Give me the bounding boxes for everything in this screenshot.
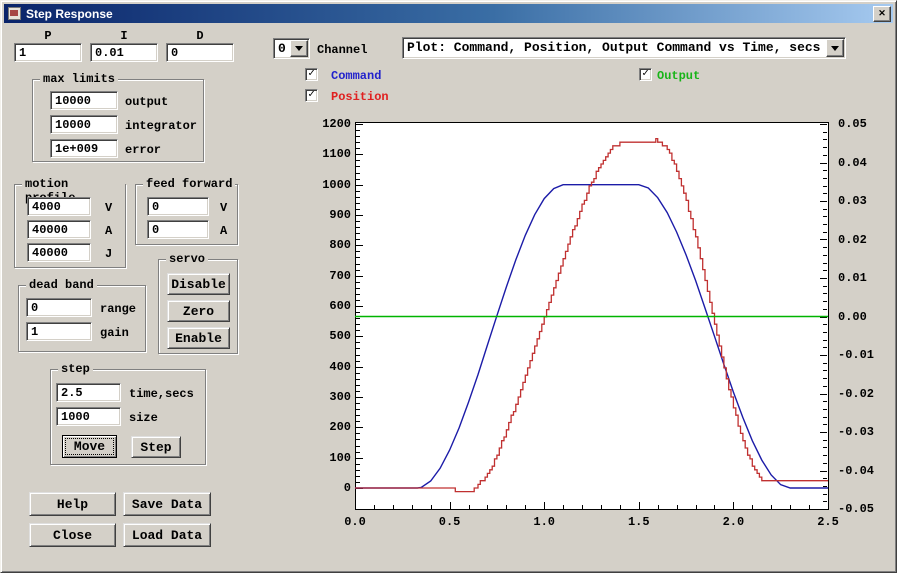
- axis-tick-label: 0.04: [838, 157, 867, 169]
- ff-velocity-field[interactable]: 0: [147, 197, 209, 216]
- max-output-label: output: [125, 95, 168, 109]
- axis-tick-label: 1.5: [623, 516, 655, 528]
- deadband-gain-field[interactable]: 1: [26, 322, 92, 341]
- axis-tick-label: 2.5: [812, 516, 844, 528]
- step-response-plot: [355, 122, 829, 512]
- axis-tick-label: 0.0: [339, 516, 371, 528]
- ff-velocity-label: V: [220, 201, 227, 215]
- axis-tick-label: 0.02: [838, 234, 867, 246]
- deadband-range-label: range: [100, 302, 136, 316]
- deadband-gain-label: gain: [100, 326, 129, 340]
- profile-jerk-field[interactable]: 40000: [27, 243, 91, 262]
- axis-tick-label: -0.01: [838, 349, 874, 361]
- axis-tick-label: 1200: [311, 118, 351, 130]
- axis-tick-label: -0.02: [838, 388, 874, 400]
- channel-dropdown-button[interactable]: [290, 40, 308, 57]
- profile-velocity-label: V: [105, 201, 112, 215]
- axis-tick-label: 100: [311, 452, 351, 464]
- plot-select[interactable]: Plot: Command, Position, Output Command …: [402, 37, 846, 59]
- axis-tick-label: 1100: [311, 148, 351, 160]
- i-gain-field[interactable]: 0.01: [90, 43, 158, 62]
- move-button[interactable]: Move: [62, 435, 117, 458]
- chevron-down-icon: [295, 46, 303, 51]
- channel-select[interactable]: 0: [273, 38, 310, 59]
- axis-tick-label: 700: [311, 270, 351, 282]
- max-limits-legend: max limits: [40, 72, 118, 86]
- step-size-field[interactable]: 1000: [56, 407, 121, 426]
- profile-accel-label: A: [105, 224, 112, 238]
- axis-tick-label: 500: [311, 330, 351, 342]
- check-icon: ✓: [642, 69, 649, 80]
- axis-tick-label: 600: [311, 300, 351, 312]
- axis-tick-label: 0: [311, 482, 351, 494]
- p-label: P: [14, 29, 82, 43]
- axis-tick-label: -0.05: [838, 503, 874, 515]
- max-integrator-field[interactable]: 10000: [50, 115, 118, 134]
- i-label: I: [90, 29, 158, 43]
- servo-disable-button[interactable]: Disable: [167, 273, 230, 295]
- servo-enable-button[interactable]: Enable: [167, 327, 230, 349]
- ff-accel-field[interactable]: 0: [147, 220, 209, 239]
- axis-tick-label: 1000: [311, 179, 351, 191]
- output-checkbox-label: Output: [657, 69, 700, 83]
- load-data-button[interactable]: Load Data: [123, 523, 211, 547]
- chevron-down-icon: [831, 46, 839, 51]
- axis-tick-label: -0.03: [838, 426, 874, 438]
- save-data-button[interactable]: Save Data: [123, 492, 211, 516]
- feed-forward-legend: feed forward: [143, 177, 235, 191]
- servo-legend: servo: [166, 252, 208, 266]
- max-error-field[interactable]: 1e+009: [50, 139, 118, 158]
- step-response-window: Step Response ✕ P I D 1 0.01 0 max limit…: [0, 0, 897, 573]
- check-icon: ✓: [308, 69, 315, 80]
- axis-tick-label: 0.03: [838, 195, 867, 207]
- max-integrator-label: integrator: [125, 119, 197, 133]
- axis-tick-label: 300: [311, 391, 351, 403]
- close-button[interactable]: ✕: [873, 6, 891, 22]
- close-icon: ✕: [878, 9, 886, 18]
- axis-tick-label: -0.04: [838, 465, 874, 477]
- axis-tick-label: 1.0: [528, 516, 560, 528]
- step-legend: step: [58, 362, 93, 376]
- command-checkbox-label: Command: [331, 69, 381, 83]
- axis-tick-label: 2.0: [717, 516, 749, 528]
- max-output-field[interactable]: 10000: [50, 91, 118, 110]
- axis-tick-label: 0.00: [838, 311, 867, 323]
- window-title: Step Response: [26, 7, 113, 21]
- axis-tick-label: 800: [311, 239, 351, 251]
- profile-velocity-field[interactable]: 4000: [27, 197, 91, 216]
- step-time-label: time,secs: [129, 387, 194, 401]
- position-checkbox[interactable]: ✓: [305, 89, 318, 102]
- d-gain-field[interactable]: 0: [166, 43, 234, 62]
- ff-accel-label: A: [220, 224, 227, 238]
- command-checkbox[interactable]: ✓: [305, 68, 318, 81]
- axis-tick-label: 0.05: [838, 118, 867, 130]
- deadband-range-field[interactable]: 0: [26, 298, 92, 317]
- axis-tick-label: 200: [311, 421, 351, 433]
- profile-accel-field[interactable]: 40000: [27, 220, 91, 239]
- help-button[interactable]: Help: [29, 492, 116, 516]
- axis-tick-label: 0.01: [838, 272, 867, 284]
- plot-select-dropdown-button[interactable]: [826, 39, 844, 57]
- title-bar[interactable]: Step Response ✕: [4, 4, 893, 23]
- app-icon: [8, 7, 21, 20]
- profile-jerk-label: J: [105, 247, 112, 261]
- axis-tick-label: 400: [311, 361, 351, 373]
- check-icon: ✓: [308, 90, 315, 101]
- close-window-button[interactable]: Close: [29, 523, 116, 547]
- plot-select-value: Plot: Command, Position, Output Command …: [407, 40, 827, 55]
- servo-zero-button[interactable]: Zero: [167, 300, 230, 322]
- position-checkbox-label: Position: [331, 90, 389, 104]
- dead-band-group: dead band: [18, 285, 146, 352]
- axis-tick-label: 900: [311, 209, 351, 221]
- axis-tick-label: 0.5: [434, 516, 466, 528]
- d-label: D: [166, 29, 234, 43]
- channel-label: Channel: [317, 43, 367, 57]
- output-checkbox[interactable]: ✓: [639, 68, 652, 81]
- p-gain-field[interactable]: 1: [14, 43, 82, 62]
- max-error-label: error: [125, 143, 161, 157]
- step-button[interactable]: Step: [131, 436, 181, 458]
- step-size-label: size: [129, 411, 158, 425]
- dead-band-legend: dead band: [26, 278, 97, 292]
- step-time-field[interactable]: 2.5: [56, 383, 121, 402]
